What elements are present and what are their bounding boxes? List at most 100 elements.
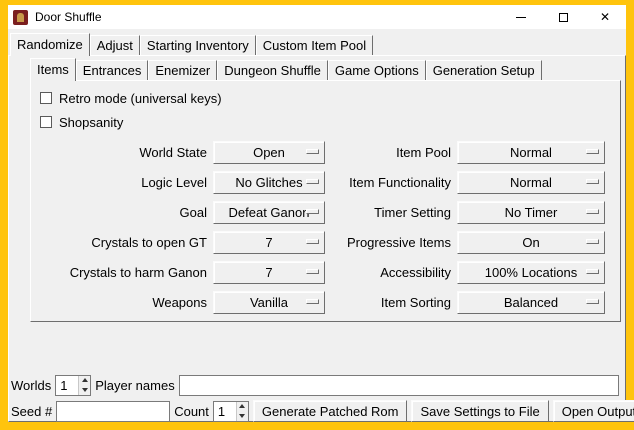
minimize-icon [516,17,526,18]
dropdown-indicator-icon [306,239,319,244]
worlds-up-button[interactable] [79,376,90,386]
world-state-label: World State [39,145,207,160]
options-grid: World State Open Item Pool Normal Logic … [31,137,620,317]
dropdown-indicator-icon [306,179,319,184]
dropdown-value: Vanilla [250,295,288,310]
dropdown-value: 7 [265,265,272,280]
tab-label: Entrances [83,63,142,78]
count-up-button[interactable] [237,402,248,412]
app-icon [13,10,28,25]
tab-label: Items [37,62,69,77]
retro-mode-row: Retro mode (universal keys) [40,89,620,107]
dropdown-indicator-icon [306,149,319,154]
item-functionality-dropdown[interactable]: Normal [457,171,605,194]
tab-label: Adjust [97,38,133,53]
dropdown-value: On [522,235,539,250]
accessibility-dropdown[interactable]: 100% Locations [457,261,605,284]
minimize-button[interactable] [500,5,542,29]
timer-setting-label: Timer Setting [331,205,451,220]
item-sorting-dropdown[interactable]: Balanced [457,291,605,314]
item-sorting-label: Item Sorting [331,295,451,310]
dropdown-value: Balanced [504,295,558,310]
dropdown-indicator-icon [586,299,599,304]
sub-tabbar: Items Entrances Enemizer Dungeon Shuffle… [30,57,542,80]
item-functionality-label: Item Functionality [331,175,451,190]
item-pool-label: Item Pool [331,145,451,160]
goal-label: Goal [39,205,207,220]
dropdown-value: Normal [510,145,552,160]
logic-level-dropdown[interactable]: No Glitches [213,171,325,194]
seed-input[interactable] [56,401,170,422]
maximize-icon [559,13,568,22]
randomize-panel: Items Entrances Enemizer Dungeon Shuffle… [8,55,626,422]
shopsanity-checkbox[interactable] [40,116,52,128]
crystals-harm-ganon-dropdown[interactable]: 7 [213,261,325,284]
weapons-label: Weapons [39,295,207,310]
tab-game-options[interactable]: Game Options [328,60,426,80]
logic-level-label: Logic Level [39,175,207,190]
tab-label: Dungeon Shuffle [224,63,321,78]
tab-label: Game Options [335,63,419,78]
tab-randomize[interactable]: Randomize [10,33,90,56]
dropdown-value: Normal [510,175,552,190]
worlds-value: 1 [56,376,78,395]
item-pool-dropdown[interactable]: Normal [457,141,605,164]
close-icon: ✕ [600,11,610,23]
dropdown-value: No Timer [505,205,558,220]
dropdown-value: Open [253,145,285,160]
dropdown-value: No Glitches [235,175,302,190]
player-names-input[interactable] [179,375,619,396]
worlds-label: Worlds [11,378,51,393]
count-label: Count [174,404,209,419]
window-controls: ✕ [500,5,626,29]
tab-enemizer[interactable]: Enemizer [148,60,217,80]
seed-label: Seed # [11,404,52,419]
worlds-down-button[interactable] [79,385,90,395]
tab-starting-inventory[interactable]: Starting Inventory [140,35,256,55]
tab-generation-setup[interactable]: Generation Setup [426,60,542,80]
dropdown-indicator-icon [586,149,599,154]
window-title: Door Shuffle [35,10,102,24]
dropdown-value: 100% Locations [485,265,578,280]
dropdown-indicator-icon [306,269,319,274]
timer-setting-dropdown[interactable]: No Timer [457,201,605,224]
tab-adjust[interactable]: Adjust [90,35,140,55]
tab-label: Enemizer [155,63,210,78]
app-window: Door Shuffle ✕ Randomize Adjust Starting… [0,0,634,430]
progressive-items-dropdown[interactable]: On [457,231,605,254]
accessibility-label: Accessibility [331,265,451,280]
dropdown-indicator-icon [306,209,319,214]
dropdown-value: Defeat Ganon [229,205,310,220]
crystals-harm-ganon-label: Crystals to harm Ganon [39,265,207,280]
tab-label: Starting Inventory [147,38,249,53]
retro-mode-checkbox[interactable] [40,92,52,104]
count-spinner[interactable]: 1 [213,401,249,422]
titlebar[interactable]: Door Shuffle ✕ [8,5,626,29]
spinner-arrows [78,376,90,395]
save-settings-button[interactable]: Save Settings to File [411,400,548,422]
generate-row: Seed # Count 1 Generate Patched Rom Save… [11,400,619,422]
world-state-dropdown[interactable]: Open [213,141,325,164]
dropdown-indicator-icon [586,179,599,184]
window-content: Randomize Adjust Starting Inventory Cust… [8,29,626,422]
tab-entrances[interactable]: Entrances [76,60,149,80]
tab-label: Custom Item Pool [263,38,366,53]
progressive-items-label: Progressive Items [331,235,451,250]
goal-dropdown[interactable]: Defeat Ganon [213,201,325,224]
count-down-button[interactable] [237,411,248,421]
tab-custom-item-pool[interactable]: Custom Item Pool [256,35,373,55]
crystals-open-gt-dropdown[interactable]: 7 [213,231,325,254]
close-button[interactable]: ✕ [584,5,626,29]
main-tabbar: Randomize Adjust Starting Inventory Cust… [10,31,373,55]
tab-dungeon-shuffle[interactable]: Dungeon Shuffle [217,60,328,80]
maximize-button[interactable] [542,5,584,29]
dropdown-indicator-icon [586,269,599,274]
items-panel: Retro mode (universal keys) Shopsanity W… [30,80,621,322]
worlds-spinner[interactable]: 1 [55,375,91,396]
weapons-dropdown[interactable]: Vanilla [213,291,325,314]
player-names-label: Player names [95,378,174,393]
generate-patched-rom-button[interactable]: Generate Patched Rom [253,400,408,422]
count-value: 1 [214,402,236,421]
tab-items[interactable]: Items [30,58,76,81]
open-output-directory-button[interactable]: Open Output Directory [553,400,634,422]
